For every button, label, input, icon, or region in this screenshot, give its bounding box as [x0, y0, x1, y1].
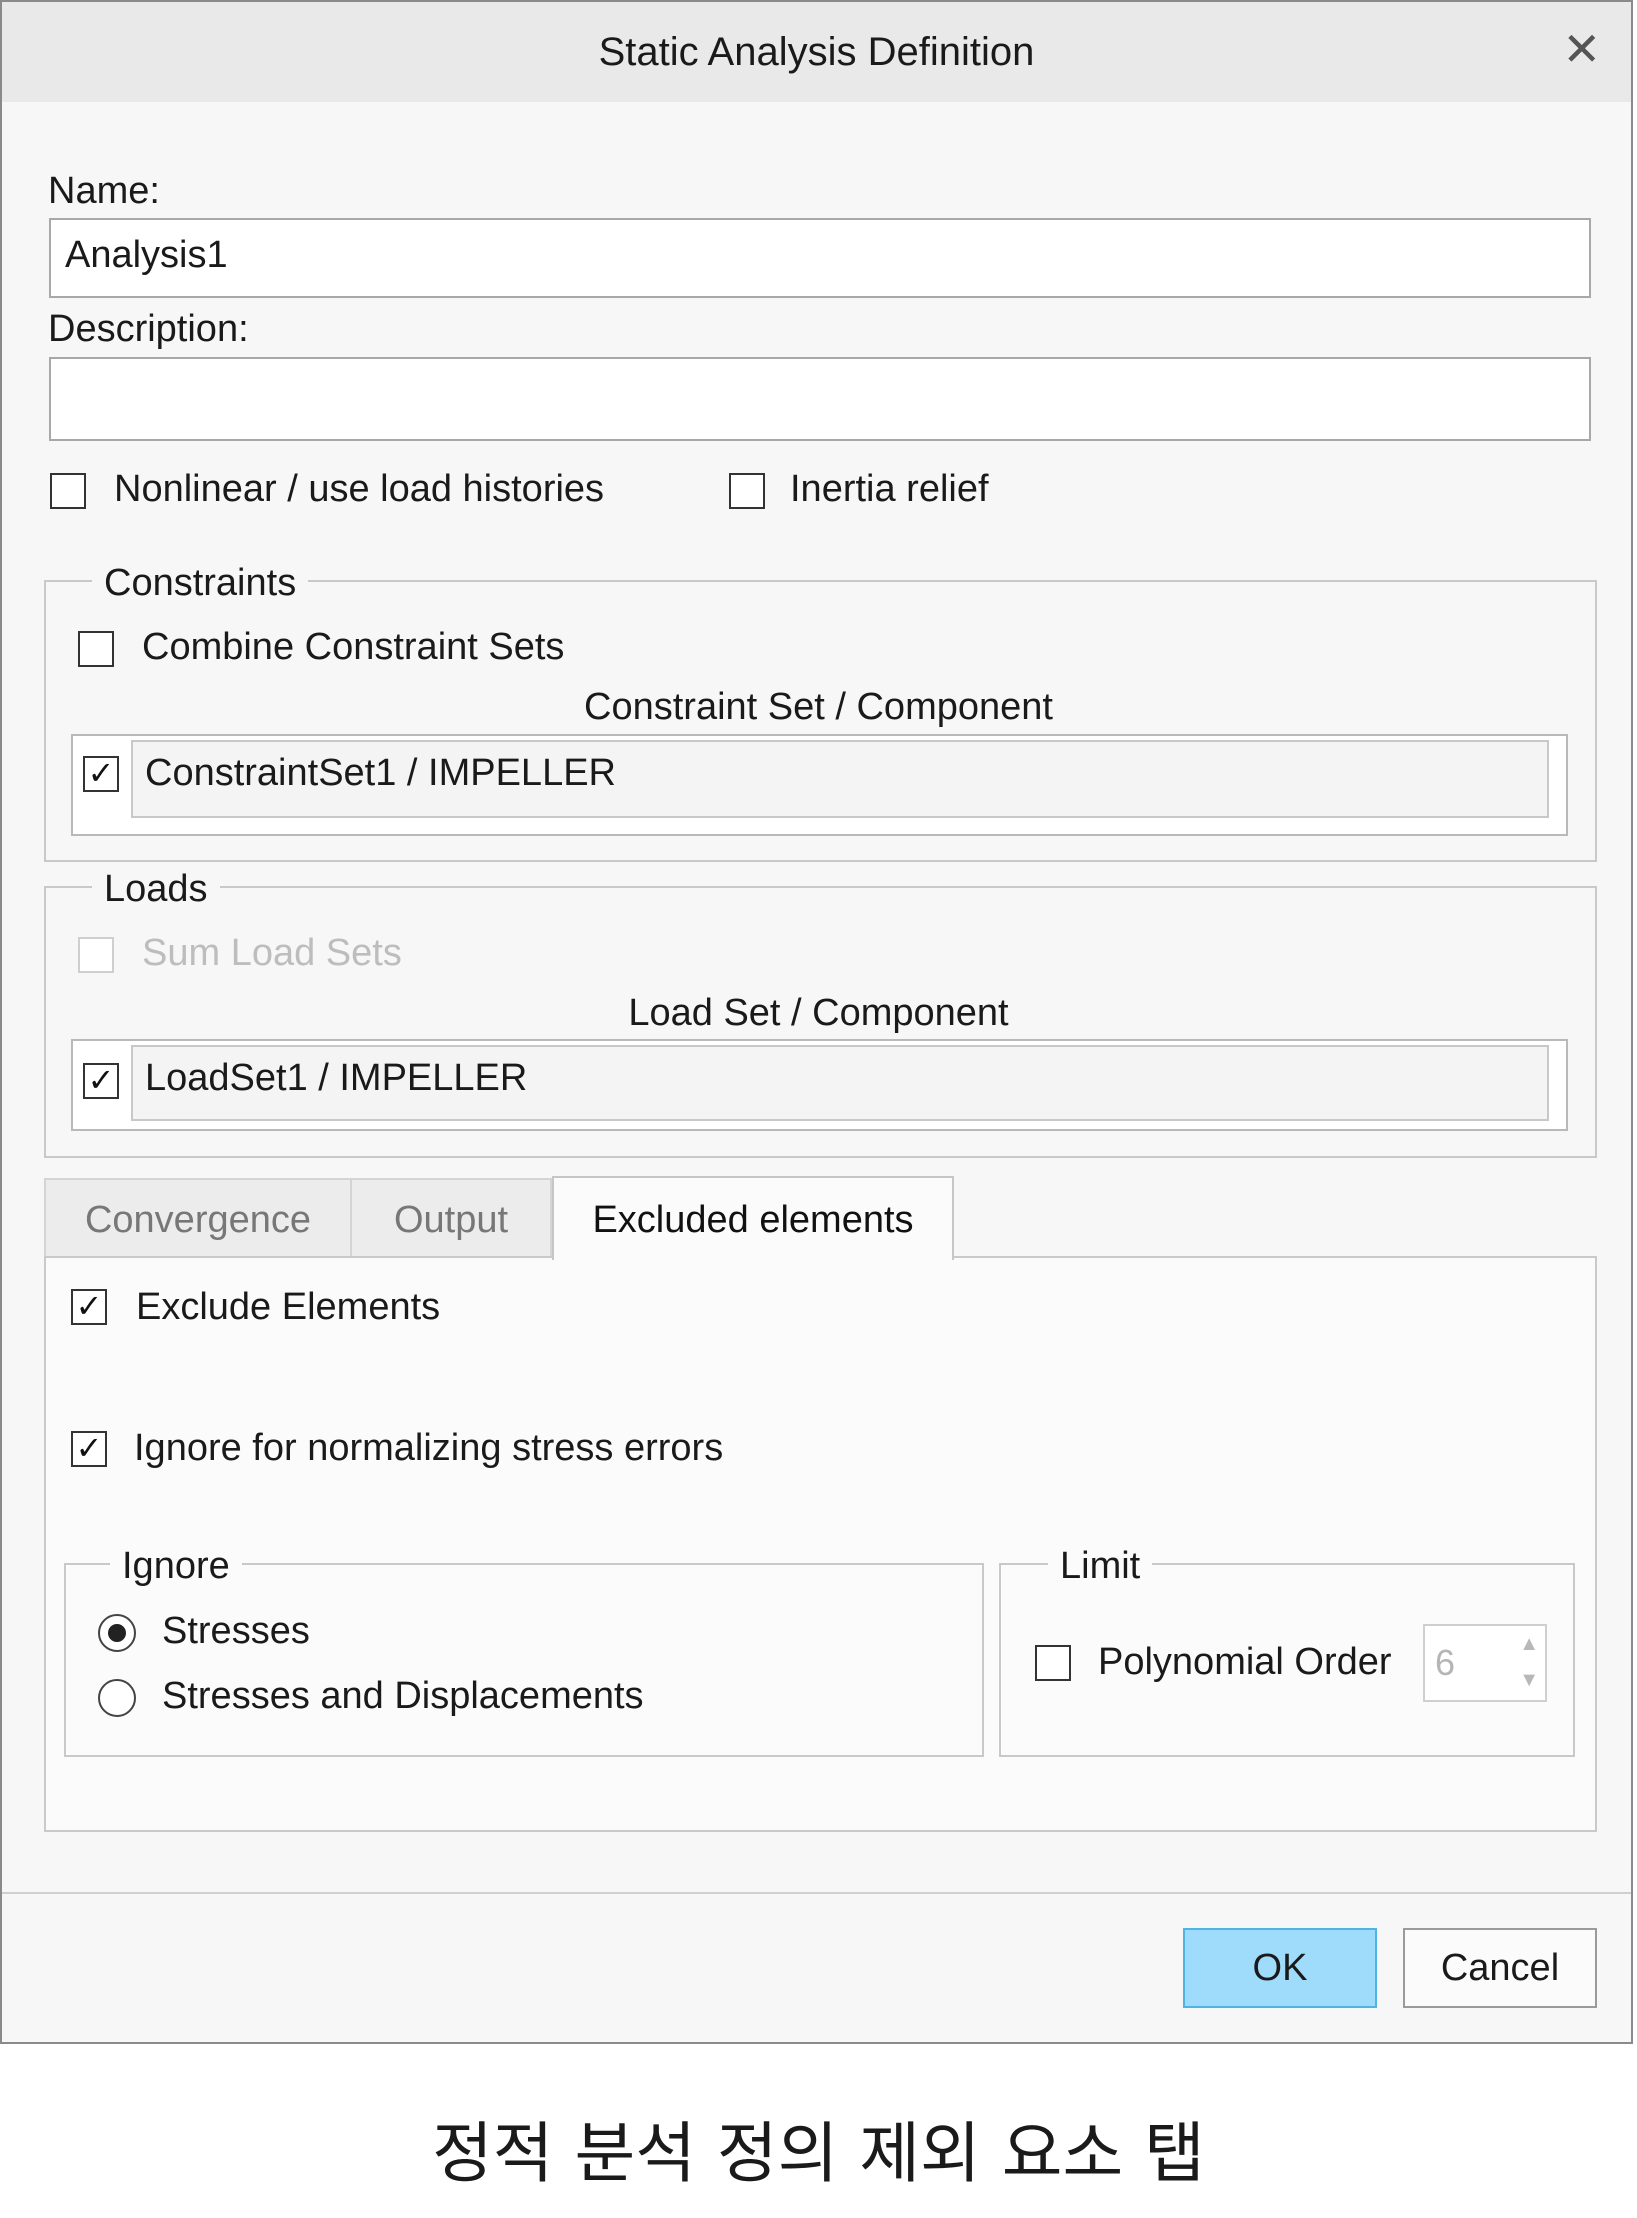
- limit-group-label: Limit: [1048, 1545, 1153, 1588]
- constraint-set-list: ✓ ConstraintSet1 / IMPELLER: [71, 734, 1568, 836]
- combine-constraint-sets-checkbox[interactable]: [78, 631, 114, 667]
- combine-constraint-sets-label: Combine Constraint Sets: [142, 626, 565, 668]
- constraint-set-item[interactable]: ConstraintSet1 / IMPELLER: [131, 740, 1549, 818]
- constraint-set-column-header: Constraint Set / Component: [584, 686, 1053, 728]
- tab-convergence[interactable]: Convergence: [44, 1178, 352, 1258]
- tab-excluded-elements[interactable]: Excluded elements: [552, 1176, 954, 1260]
- constraints-group-label: Constraints: [92, 562, 309, 605]
- spinner-up-icon[interactable]: ▲: [1519, 1634, 1539, 1654]
- description-input[interactable]: [49, 357, 1591, 441]
- cancel-button[interactable]: Cancel: [1403, 1928, 1597, 2008]
- static-analysis-dialog: Static Analysis Definition ✕ Name: Analy…: [0, 0, 1633, 2044]
- nonlinear-label: Nonlinear / use load histories: [114, 468, 605, 510]
- close-icon[interactable]: ✕: [1562, 26, 1601, 72]
- load-set-item[interactable]: LoadSet1 / IMPELLER: [131, 1045, 1549, 1121]
- exclude-elements-checkbox[interactable]: ✓: [71, 1289, 107, 1325]
- load-set-column-header: Load Set / Component: [628, 992, 1009, 1034]
- ignore-normalizing-checkbox[interactable]: ✓: [71, 1431, 107, 1467]
- footer-divider: [2, 1892, 1631, 1894]
- ignore-normalizing-label: Ignore for normalizing stress errors: [134, 1427, 724, 1469]
- sum-load-sets-label: Sum Load Sets: [142, 932, 402, 974]
- description-label: Description:: [48, 308, 249, 350]
- polynomial-order-spinner[interactable]: 6 ▲ ▼: [1423, 1624, 1547, 1702]
- load-set-list: ✓ LoadSet1 / IMPELLER: [71, 1039, 1568, 1131]
- name-input[interactable]: Analysis1: [49, 218, 1591, 298]
- exclude-elements-label: Exclude Elements: [136, 1286, 441, 1328]
- dialog-title: Static Analysis Definition: [598, 30, 1035, 74]
- spinner-down-icon[interactable]: ▼: [1519, 1670, 1539, 1690]
- load-set-checkbox[interactable]: ✓: [83, 1063, 119, 1099]
- polynomial-order-value: 6: [1435, 1642, 1456, 1683]
- nonlinear-checkbox[interactable]: [50, 473, 86, 509]
- ignore-group: [64, 1563, 984, 1757]
- polynomial-order-checkbox[interactable]: [1035, 1645, 1071, 1681]
- sum-load-sets-checkbox[interactable]: [78, 937, 114, 973]
- ignore-group-label: Ignore: [110, 1545, 242, 1588]
- title-bar: Static Analysis Definition ✕: [2, 2, 1631, 102]
- loads-group-label: Loads: [92, 868, 220, 911]
- tab-output[interactable]: Output: [350, 1178, 552, 1258]
- inertia-relief-checkbox[interactable]: [729, 473, 765, 509]
- stresses-radio[interactable]: [98, 1614, 136, 1652]
- stresses-displacements-radio-label: Stresses and Displacements: [162, 1675, 644, 1717]
- ok-button[interactable]: OK: [1183, 1928, 1377, 2008]
- name-label: Name:: [48, 170, 160, 212]
- stresses-displacements-radio[interactable]: [98, 1679, 136, 1717]
- stresses-radio-label: Stresses: [162, 1610, 310, 1652]
- constraint-set-checkbox[interactable]: ✓: [83, 756, 119, 792]
- polynomial-order-label: Polynomial Order: [1098, 1641, 1392, 1683]
- inertia-relief-label: Inertia relief: [790, 468, 989, 510]
- figure-caption: 정적 분석 정의 제외 요소 탭: [432, 2115, 1205, 2192]
